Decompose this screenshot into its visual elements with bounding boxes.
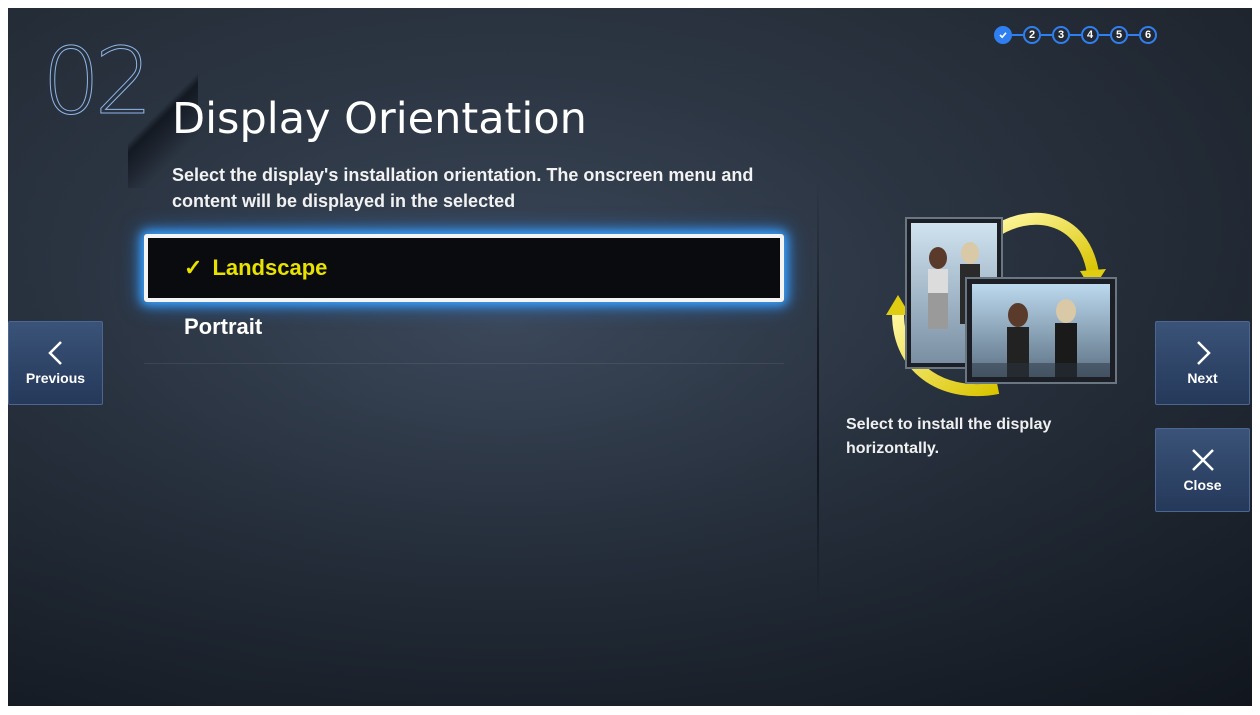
rotate-display-illustration <box>868 203 1138 403</box>
previous-label: Previous <box>25 370 86 386</box>
step-4-indicator: 4 <box>1081 26 1099 44</box>
chevron-right-icon <box>1196 341 1211 365</box>
help-text: Select to install the display horizontal… <box>846 416 1052 457</box>
panel-divider <box>817 183 819 603</box>
page-description: Select the display's installation orient… <box>172 165 754 211</box>
step-3-indicator: 3 <box>1052 26 1070 44</box>
chevron-left-icon <box>47 341 62 365</box>
setup-screen: 02 Display Orientation Select the displa… <box>8 8 1252 706</box>
step-connector <box>1041 34 1052 36</box>
option-label: Landscape <box>212 255 328 280</box>
step-6-indicator: 6 <box>1139 26 1157 44</box>
close-icon <box>1191 449 1214 471</box>
step-connector <box>1128 34 1139 36</box>
step-1-complete-icon <box>994 26 1012 44</box>
next-button[interactable]: Next <box>1155 321 1250 405</box>
close-button[interactable]: Close <box>1155 428 1250 512</box>
option-landscape[interactable]: ✓ Landscape <box>144 234 784 302</box>
option-portrait[interactable]: Portrait <box>144 302 784 364</box>
next-label: Next <box>1187 370 1218 386</box>
step-2-indicator: 2 <box>1023 26 1041 44</box>
previous-button[interactable]: Previous <box>8 321 103 405</box>
step-connector <box>1070 34 1081 36</box>
step-connector <box>1012 34 1023 36</box>
step-connector <box>1099 34 1110 36</box>
orientation-options: ✓ Landscape Portrait <box>144 234 784 364</box>
page-title: Display Orientation <box>172 94 587 144</box>
option-label: Portrait <box>184 314 263 339</box>
step-progress-indicator: 2 3 4 5 6 <box>994 26 1157 44</box>
close-label: Close <box>1183 477 1222 493</box>
checkmark-icon: ✓ <box>184 255 203 280</box>
step-5-indicator: 5 <box>1110 26 1128 44</box>
